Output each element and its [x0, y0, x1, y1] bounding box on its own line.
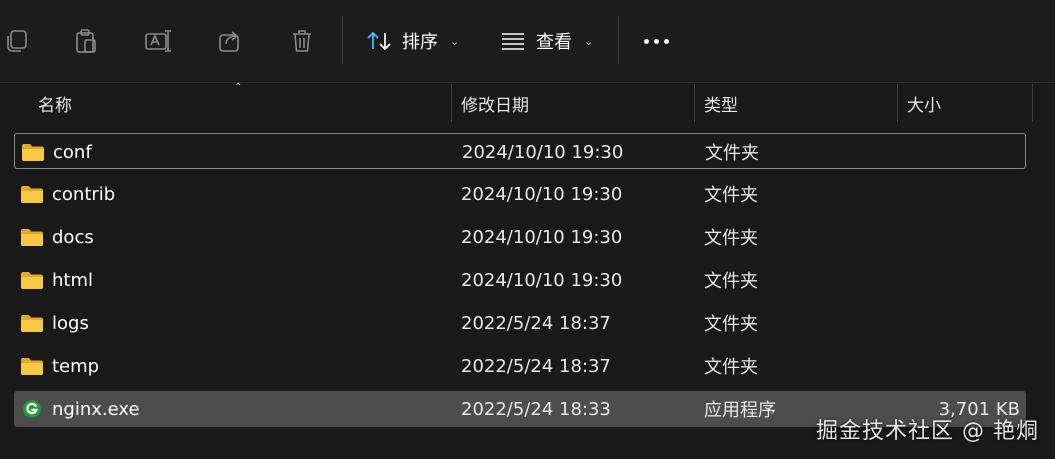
watermark: 掘金技术社区 @ 艳烔 [816, 419, 1039, 444]
file-name: logs [52, 312, 89, 334]
file-name: conf [53, 141, 92, 163]
view-list-icon [502, 33, 524, 50]
file-type: 文件夹 [704, 271, 758, 292]
file-name-cell: docs [20, 219, 94, 255]
file-modified-date: 2024/10/10 19:30 [461, 183, 623, 205]
column-header-date[interactable]: 修改日期 [461, 83, 689, 123]
file-name-cell: contrib [20, 176, 115, 212]
file-name-cell: logs [20, 305, 89, 341]
column-resize-handle[interactable] [451, 84, 452, 122]
file-name: docs [52, 226, 94, 248]
nginx-app-icon [20, 399, 44, 419]
file-explorer-window: 排序 ⌄ 查看 ⌄ ⌃ 名称 修改日期 类型 大小 conf 2024/10/1… [0, 0, 1055, 459]
file-type: 文件夹 [704, 185, 758, 206]
file-modified-date: 2024/10/10 19:30 [461, 269, 623, 291]
file-type: 文件夹 [704, 357, 758, 378]
view-button-label: 查看 [536, 32, 572, 53]
sort-icon [367, 31, 391, 51]
file-modified-date: 2024/10/10 19:30 [461, 226, 623, 248]
more-dot [653, 38, 659, 44]
file-modified-date: 2022/5/24 18:37 [461, 355, 611, 377]
file-row[interactable]: temp 2022/5/24 18:37 文件夹 [14, 348, 1026, 384]
file-row[interactable]: logs 2022/5/24 18:37 文件夹 [14, 305, 1026, 341]
file-name-cell: html [20, 262, 93, 298]
column-resize-handle[interactable] [1032, 84, 1033, 122]
file-type: 文件夹 [705, 143, 759, 164]
column-header-name[interactable]: 名称 [38, 83, 448, 123]
file-modified-date: 2022/5/24 18:37 [461, 312, 611, 334]
toolbar-separator [618, 16, 619, 64]
toolbar-separator [342, 16, 343, 64]
view-button[interactable]: 查看 ⌄ [500, 22, 593, 60]
command-bar: 排序 ⌄ 查看 ⌄ [0, 0, 1055, 82]
paste-icon[interactable] [69, 24, 103, 58]
column-resize-handle[interactable] [694, 84, 695, 122]
more-dot [643, 38, 649, 44]
folder-icon [21, 142, 45, 162]
file-name-cell: nginx.exe [20, 391, 140, 427]
file-row[interactable]: html 2024/10/10 19:30 文件夹 [14, 262, 1026, 298]
share-icon[interactable] [213, 24, 247, 58]
chevron-down-icon: ⌄ [450, 34, 460, 48]
folder-icon [20, 184, 44, 204]
delete-icon[interactable] [285, 24, 319, 58]
file-name: contrib [52, 183, 116, 205]
file-name: nginx.exe [52, 398, 140, 420]
folder-icon [20, 313, 44, 333]
sort-button[interactable]: 排序 ⌄ [366, 22, 459, 60]
file-row[interactable]: docs 2024/10/10 19:30 文件夹 [14, 219, 1026, 255]
folder-icon [20, 270, 44, 290]
file-type: 文件夹 [704, 228, 758, 249]
file-modified-date: 2022/5/24 18:33 [461, 398, 611, 420]
column-resize-handle[interactable] [897, 84, 898, 122]
file-type: 文件夹 [704, 314, 758, 335]
column-header-size[interactable]: 大小 [907, 83, 1027, 123]
chevron-down-icon: ⌄ [584, 34, 594, 48]
folder-icon [20, 227, 44, 247]
sort-button-label: 排序 [402, 32, 438, 53]
file-name-cell: temp [20, 348, 99, 384]
file-type: 应用程序 [704, 400, 776, 421]
column-header-type[interactable]: 类型 [704, 83, 894, 123]
file-row[interactable]: contrib 2024/10/10 19:30 文件夹 [14, 176, 1026, 212]
file-name: temp [52, 355, 100, 377]
file-name-cell: conf [21, 134, 92, 170]
more-dot [663, 38, 669, 44]
file-modified-date: 2024/10/10 19:30 [462, 141, 624, 163]
more-options-button[interactable] [636, 26, 676, 56]
copy-icon[interactable] [0, 24, 34, 58]
file-row[interactable]: conf 2024/10/10 19:30 文件夹 [14, 133, 1026, 169]
folder-icon [20, 356, 44, 376]
rename-icon[interactable] [141, 24, 175, 58]
file-name: html [52, 269, 94, 291]
